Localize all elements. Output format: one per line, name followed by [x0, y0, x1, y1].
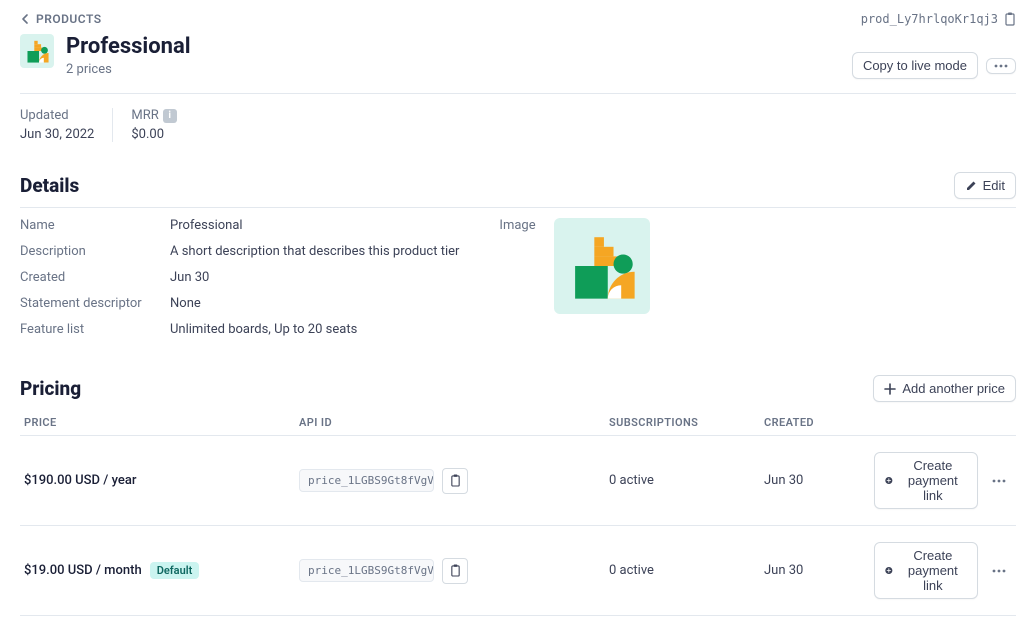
divider — [20, 207, 1016, 208]
create-link-label: Create payment link — [899, 458, 967, 503]
price-row-more-button[interactable] — [986, 475, 1012, 487]
price-row[interactable]: $19.00 USD / month Default price_1LGBS9G… — [20, 526, 1016, 616]
detail-name-label: Name — [20, 218, 170, 233]
product-id: prod_Ly7hrlqoKr1qj3 — [861, 12, 998, 26]
dots-horizontal-icon — [994, 64, 1008, 68]
pricing-heading: Pricing — [20, 377, 81, 400]
page-subtitle: 2 prices — [66, 62, 191, 77]
detail-created-label: Created — [20, 270, 170, 285]
plus-circle-icon — [885, 564, 893, 577]
price-subscriptions: 0 active — [609, 563, 764, 578]
add-price-label: Add another price — [902, 381, 1005, 396]
price-api-id: price_1LGBS9Gt8fVgVjI — [299, 559, 434, 582]
detail-image-label: Image — [499, 218, 535, 233]
pencil-icon — [965, 180, 977, 192]
dots-horizontal-icon — [992, 569, 1006, 573]
create-payment-link-button[interactable]: Create payment link — [874, 452, 978, 509]
detail-features-label: Feature list — [20, 322, 170, 337]
copy-product-id-button[interactable] — [1004, 12, 1016, 26]
dots-horizontal-icon — [992, 479, 1006, 483]
detail-statement-label: Statement descriptor — [20, 296, 170, 311]
detail-description-label: Description — [20, 244, 170, 259]
price-api-id: price_1LGBS9Gt8fVgVjI — [299, 469, 434, 492]
page-title: Professional — [66, 34, 191, 60]
meta-updated-value: Jun 30, 2022 — [20, 127, 94, 142]
create-payment-link-button[interactable]: Create payment link — [874, 542, 978, 599]
price-amount: $19.00 USD / month — [24, 563, 142, 578]
breadcrumb-back[interactable]: PRODUCTS — [20, 12, 102, 26]
detail-name-value: Professional — [170, 218, 459, 233]
col-price: PRICE — [24, 416, 299, 429]
product-image — [554, 218, 650, 314]
add-price-button[interactable]: Add another price — [873, 375, 1016, 402]
detail-statement-value: None — [170, 296, 459, 311]
meta-mrr-label: MRR — [131, 108, 158, 123]
col-subscriptions: SUBSCRIPTIONS — [609, 416, 764, 429]
info-icon[interactable]: i — [163, 109, 177, 123]
product-thumbnail — [20, 34, 54, 68]
edit-label: Edit — [983, 178, 1005, 193]
clipboard-icon — [1004, 12, 1016, 26]
copy-to-live-button[interactable]: Copy to live mode — [852, 52, 978, 79]
col-created: CREATED — [764, 416, 874, 429]
details-heading: Details — [20, 174, 79, 197]
plus-circle-icon — [885, 474, 893, 487]
arrow-left-icon — [20, 13, 32, 25]
meta-updated: Updated Jun 30, 2022 — [20, 108, 113, 142]
copy-api-id-button[interactable] — [442, 468, 468, 494]
price-amount: $190.00 USD / year — [24, 473, 136, 488]
detail-description-value: A short description that describes this … — [170, 244, 459, 259]
create-link-label: Create payment link — [899, 548, 967, 593]
default-badge: Default — [150, 562, 200, 579]
meta-mrr-value: $0.00 — [131, 127, 176, 142]
copy-api-id-button[interactable] — [442, 558, 468, 584]
col-api-id: API ID — [299, 416, 609, 429]
plus-icon — [884, 383, 896, 395]
detail-features-value: Unlimited boards, Up to 20 seats — [170, 322, 459, 337]
price-created: Jun 30 — [764, 473, 874, 488]
price-subscriptions: 0 active — [609, 473, 764, 488]
price-created: Jun 30 — [764, 563, 874, 578]
copy-to-live-label: Copy to live mode — [863, 58, 967, 73]
price-row-more-button[interactable] — [986, 565, 1012, 577]
breadcrumb-label: PRODUCTS — [36, 12, 102, 26]
pricing-table-header: PRICE API ID SUBSCRIPTIONS CREATED — [20, 410, 1016, 436]
meta-updated-label: Updated — [20, 108, 94, 123]
edit-details-button[interactable]: Edit — [954, 172, 1016, 199]
detail-created-value: Jun 30 — [170, 270, 459, 285]
clipboard-icon — [450, 564, 461, 577]
clipboard-icon — [450, 474, 461, 487]
header-more-button[interactable] — [986, 58, 1016, 74]
meta-mrr: MRR i $0.00 — [113, 108, 194, 142]
price-row[interactable]: $190.00 USD / year price_1LGBS9Gt8fVgVjI… — [20, 436, 1016, 526]
